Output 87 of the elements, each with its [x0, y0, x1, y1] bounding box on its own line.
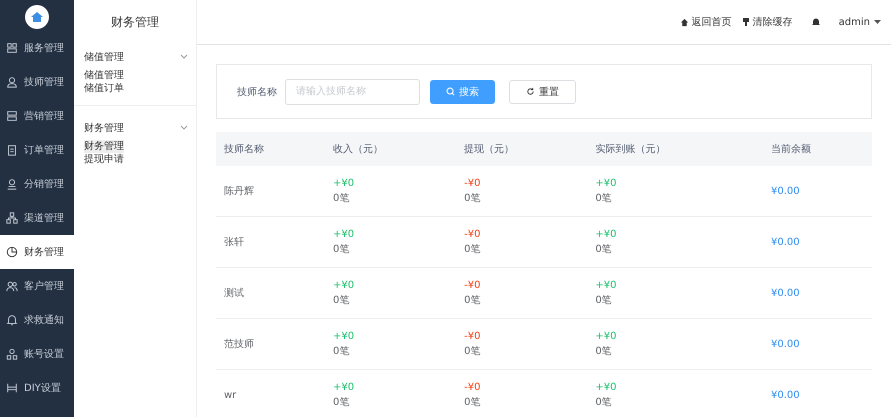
column-header: 提现（元）: [456, 132, 588, 166]
sidebar-item[interactable]: DIY设置: [0, 371, 74, 405]
balance-text: ¥0.00: [771, 186, 800, 196]
submenu-item[interactable]: 提现申请: [84, 153, 124, 166]
balance-text: ¥0.00: [771, 236, 800, 248]
amount-text: +¥0: [332, 279, 356, 293]
amount-text: +¥0: [595, 177, 618, 191]
person-icon: [6, 178, 18, 190]
technician-name: 张轩: [224, 237, 244, 248]
count-text: 0笔: [332, 294, 350, 308]
count-text: 0笔: [332, 396, 350, 410]
search-icon: [446, 87, 455, 96]
field-label: 技师名称: [237, 86, 277, 98]
technician-name: 陈丹辉: [224, 186, 254, 197]
menu-group-title[interactable]: 储值管理: [84, 50, 124, 64]
column-header: 实际到账（元）: [587, 132, 763, 166]
home-icon: [680, 18, 689, 26]
amount-text: -¥0: [464, 228, 482, 242]
sidebar-item[interactable]: 订单管理: [0, 133, 74, 167]
search-field[interactable]: 请输入技师名称: [285, 78, 420, 104]
count-text: 0笔: [332, 192, 350, 206]
network-icon: [6, 212, 18, 224]
sidebar-item[interactable]: 营销管理: [0, 99, 74, 133]
org-chart-icon: [6, 348, 18, 360]
balance-text: ¥0.00: [771, 288, 800, 298]
chevron-down-icon[interactable]: [180, 125, 188, 131]
count-text: 0笔: [332, 243, 350, 257]
submenu-item[interactable]: 储值订单: [84, 82, 124, 95]
balance-text: ¥0.00: [771, 390, 800, 400]
amount-text: -¥0: [464, 330, 482, 344]
count-text: 0笔: [464, 345, 482, 359]
sidebar-item[interactable]: 财务管理: [0, 235, 74, 269]
sidebar-item[interactable]: 服务管理: [0, 31, 74, 65]
technician-name: wr: [224, 390, 236, 400]
amount-text: +¥0: [595, 381, 618, 395]
sidebar-item[interactable]: 求救通知: [0, 303, 74, 337]
count-text: 0笔: [595, 243, 613, 257]
people-icon: [6, 280, 18, 292]
amount-text: +¥0: [595, 228, 618, 242]
amount-text: +¥0: [595, 279, 618, 293]
technician-name: 测试: [224, 288, 244, 299]
sidebar-item[interactable]: 技师管理: [0, 65, 74, 99]
column-header: 收入（元）: [324, 132, 456, 166]
clipboard-icon: [6, 144, 18, 156]
refresh-icon: [526, 87, 535, 96]
count-text: 0笔: [595, 294, 613, 308]
sidebar-item[interactable]: 客户管理: [0, 269, 74, 303]
chevron-down-icon[interactable]: [180, 54, 188, 60]
amount-text: +¥0: [595, 330, 618, 344]
balance-text: ¥0.00: [771, 338, 800, 350]
header-link[interactable]: 返回首页: [680, 15, 732, 29]
person-icon: [6, 76, 18, 88]
header-link[interactable]: 清除缓存: [742, 15, 793, 29]
user-menu[interactable]: admin: [838, 16, 881, 28]
amount-text: -¥0: [464, 381, 482, 395]
count-text: 0笔: [595, 396, 613, 410]
menu-group-title[interactable]: 财务管理: [84, 121, 124, 135]
submenu-item[interactable]: 储值管理: [84, 69, 124, 82]
amount-text: +¥0: [332, 228, 356, 242]
amount-text: +¥0: [332, 330, 356, 344]
panel-title: 财务管理: [74, 0, 196, 45]
amount-text: +¥0: [332, 177, 356, 191]
sidebar-item[interactable]: 分销管理: [0, 167, 74, 201]
column-header: 当前余额: [763, 132, 872, 166]
caret-icon: [874, 20, 881, 24]
technician-name: 范技师: [224, 339, 254, 350]
count-text: 0笔: [595, 192, 613, 206]
count-text: 0笔: [332, 345, 350, 359]
grid-icon: [6, 42, 18, 54]
amount-text: +¥0: [332, 381, 356, 395]
home-logo-icon[interactable]: [25, 5, 49, 29]
amount-text: -¥0: [464, 177, 482, 191]
count-text: 0笔: [464, 396, 482, 410]
pie-chart-icon: [6, 246, 18, 258]
sidebar-item[interactable]: 渠道管理: [0, 201, 74, 235]
count-text: 0笔: [464, 243, 482, 257]
bell-icon: [6, 314, 18, 326]
column-header: 技师名称: [216, 132, 325, 166]
submenu-item[interactable]: 财务管理: [84, 140, 124, 153]
layout-icon: [6, 382, 18, 394]
count-text: 0笔: [595, 345, 613, 359]
amount-text: -¥0: [464, 279, 482, 293]
count-text: 0笔: [464, 294, 482, 308]
bell-icon[interactable]: [810, 17, 821, 27]
reset-button[interactable]: 重置: [509, 80, 576, 104]
count-text: 0笔: [464, 192, 482, 206]
sidebar-item[interactable]: 账号设置: [0, 337, 74, 371]
